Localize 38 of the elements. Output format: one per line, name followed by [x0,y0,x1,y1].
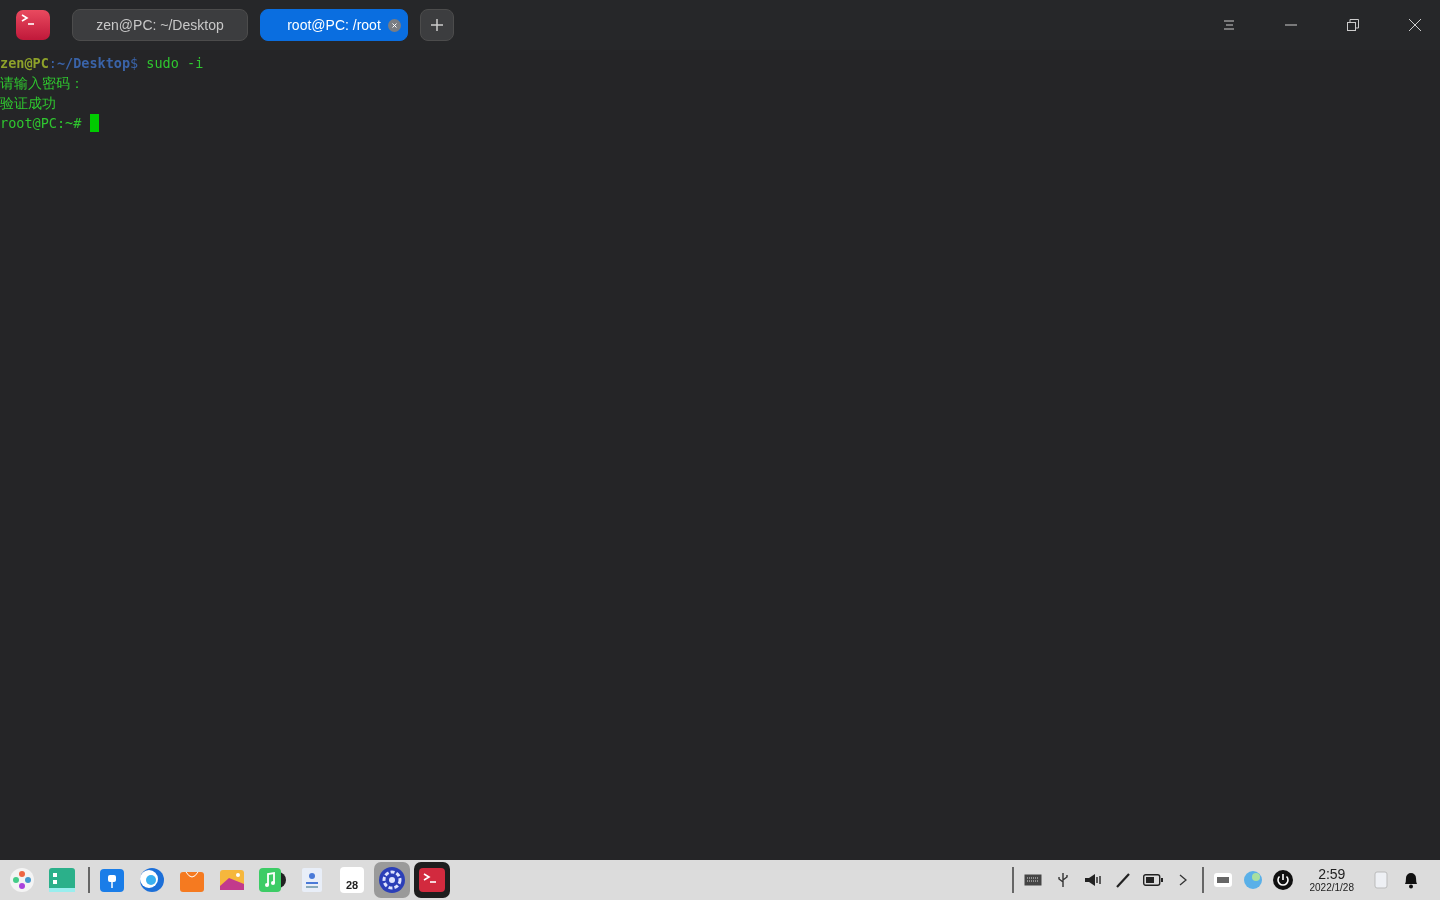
terminal-app-icon [16,10,50,40]
menu-icon [1223,20,1235,30]
terminal-line: 验证成功 [0,94,56,113]
picture-icon [219,868,245,892]
speaker-icon [1083,873,1102,887]
terminal-icon [418,867,446,893]
clock-date: 2022/1/28 [1309,882,1354,893]
bell-icon [1403,871,1419,889]
terminal-line: 请输入密码： [0,74,84,93]
plus-icon [430,18,444,32]
dock-app-button[interactable] [414,862,450,898]
clock-time: 2:59 [1318,867,1346,882]
terminal-tab[interactable]: zen@PC: ~/Desktop [72,9,248,41]
calendar-icon: 28 [340,867,364,893]
keyboard-icon [1023,874,1042,886]
chevron-right-icon [1178,874,1187,886]
terminal-tab[interactable]: root@PC: /root [260,9,408,41]
restore-icon [1347,19,1359,31]
keyboard-icon [1213,873,1232,887]
terminal-line: zen@PC:~/Desktop$ sudo -i [0,54,204,73]
close-icon [1409,19,1421,31]
address-book-icon [300,867,324,893]
window-icon [48,867,76,893]
text-cursor [90,114,100,132]
close-icon[interactable] [388,19,401,32]
orb-icon [1242,870,1263,890]
minimize-icon [1285,24,1297,26]
music-note-icon [258,867,286,893]
usb-icon [1056,872,1069,888]
new-tab-button[interactable] [420,9,454,41]
dock-app-button[interactable]: 28 [334,862,370,898]
pen-icon [1114,872,1131,888]
gear-icon [378,866,406,894]
dock-app-button[interactable] [374,862,410,898]
battery-icon [1142,874,1163,886]
terminal-line: root@PC:~# [0,114,82,133]
flower-icon [9,867,35,893]
power-icon [1272,870,1293,890]
